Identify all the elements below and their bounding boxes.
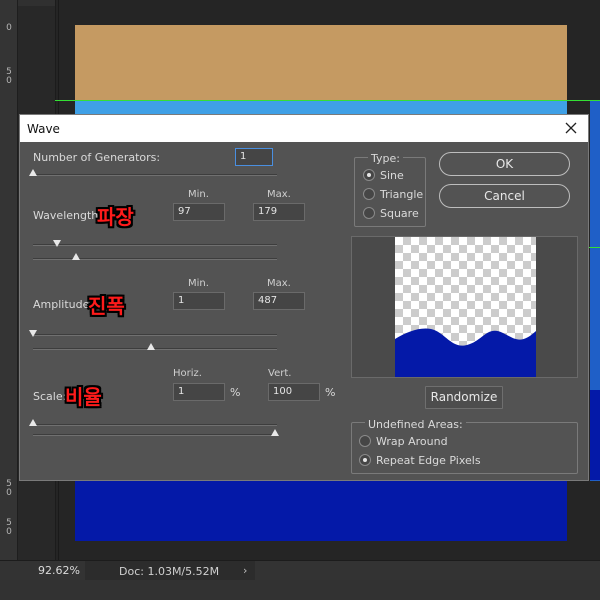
scale-horiz-slider-thumb[interactable] [29, 419, 37, 426]
ok-button[interactable]: OK [439, 152, 570, 176]
preview-pane [351, 236, 578, 378]
wavelength-min-slider-thumb[interactable] [53, 240, 61, 247]
ruler-label: 5 0 [6, 67, 12, 86]
status-menu-arrow-icon[interactable]: › [243, 564, 247, 577]
wavelength-max-input[interactable]: 179 [253, 203, 305, 221]
wavelength-annotation: 파장 [97, 205, 134, 229]
repeat-edge-pixels-label[interactable]: Repeat Edge Pixels [376, 454, 481, 467]
scale-horiz-input[interactable]: 1 [173, 383, 225, 401]
type-square-label[interactable]: Square [380, 207, 419, 220]
wavelength-max-slider[interactable] [33, 258, 277, 260]
type-triangle-radio[interactable] [363, 188, 375, 200]
type-sine-radio[interactable] [363, 169, 375, 181]
generators-slider-thumb[interactable] [29, 169, 37, 176]
dialog-titlebar[interactable]: Wave [20, 115, 588, 142]
status-bar: 92.62% Doc: 1.03M/5.52M › [0, 560, 600, 580]
ruler-label: 0 [6, 23, 12, 33]
amplitude-max-input[interactable]: 487 [253, 292, 305, 310]
amplitude-max-slider[interactable] [33, 348, 277, 350]
zoom-level[interactable]: 92.62% [38, 564, 83, 579]
canvas-layer-blue[interactable] [75, 480, 567, 541]
wavelength-min-input[interactable]: 97 [173, 203, 225, 221]
canvas-layer-blue-edge [590, 390, 600, 480]
bottom-panel [0, 580, 600, 600]
generators-input[interactable]: 1 [235, 148, 273, 166]
cancel-button[interactable]: Cancel [439, 184, 570, 208]
amplitude-annotation: 진폭 [88, 294, 125, 318]
wavelength-max-slider-thumb[interactable] [72, 253, 80, 260]
amplitude-min-label: Min. [188, 278, 209, 289]
scale-vert-unit: % [325, 386, 336, 399]
repeat-edge-pixels-radio[interactable] [359, 454, 371, 466]
scale-vert-slider-thumb[interactable] [271, 429, 279, 436]
amplitude-label: Amplitude: [33, 298, 94, 311]
scale-horiz-unit: % [230, 386, 241, 399]
wave-dialog: Wave Number of Generators: 1 Min. Max. W… [19, 114, 589, 481]
guide-line[interactable] [55, 100, 600, 101]
scale-horiz-label: Horiz. [173, 368, 202, 379]
amplitude-max-slider-thumb[interactable] [147, 343, 155, 350]
wavelength-max-label: Max. [267, 189, 291, 200]
ruler-label: 5 0 [6, 479, 12, 498]
scale-horiz-slider[interactable] [33, 424, 277, 426]
type-square-radio[interactable] [363, 207, 375, 219]
type-sine-label[interactable]: Sine [380, 169, 404, 182]
type-triangle-label[interactable]: Triangle [380, 188, 423, 201]
type-group-title: Type: [368, 152, 403, 165]
wrap-around-label[interactable]: Wrap Around [376, 435, 448, 448]
scale-vert-label: Vert. [268, 368, 292, 379]
wave-preview-shape [395, 328, 536, 377]
ruler-label: 5 0 [6, 518, 12, 537]
generators-slider[interactable] [33, 174, 277, 176]
close-icon[interactable] [562, 119, 580, 137]
doc-size: Doc: 1.03M/5.52M [85, 561, 255, 580]
dialog-title: Wave [27, 122, 60, 136]
randomize-button[interactable]: Randomize [425, 386, 503, 409]
wavelength-min-slider[interactable] [33, 244, 277, 246]
scale-vert-slider[interactable] [33, 434, 277, 436]
wavelength-label: Wavelength: [33, 209, 102, 222]
amplitude-max-label: Max. [267, 278, 291, 289]
scale-label: Scale: [33, 390, 67, 403]
amplitude-min-slider-thumb[interactable] [29, 330, 37, 337]
ruler-vertical: 0 5 0 5 0 5 0 [0, 0, 18, 560]
undefined-areas-title: Undefined Areas: [365, 418, 466, 431]
generators-label: Number of Generators: [33, 151, 161, 164]
preview-image [395, 237, 536, 377]
scale-annotation: 비율 [65, 385, 102, 409]
wavelength-min-label: Min. [188, 189, 209, 200]
amplitude-min-input[interactable]: 1 [173, 292, 225, 310]
canvas-layer-tan[interactable] [75, 25, 567, 100]
amplitude-min-slider[interactable] [33, 334, 277, 336]
wrap-around-radio[interactable] [359, 435, 371, 447]
scale-vert-input[interactable]: 100 [268, 383, 320, 401]
canvas-layer-sky[interactable] [75, 100, 567, 115]
